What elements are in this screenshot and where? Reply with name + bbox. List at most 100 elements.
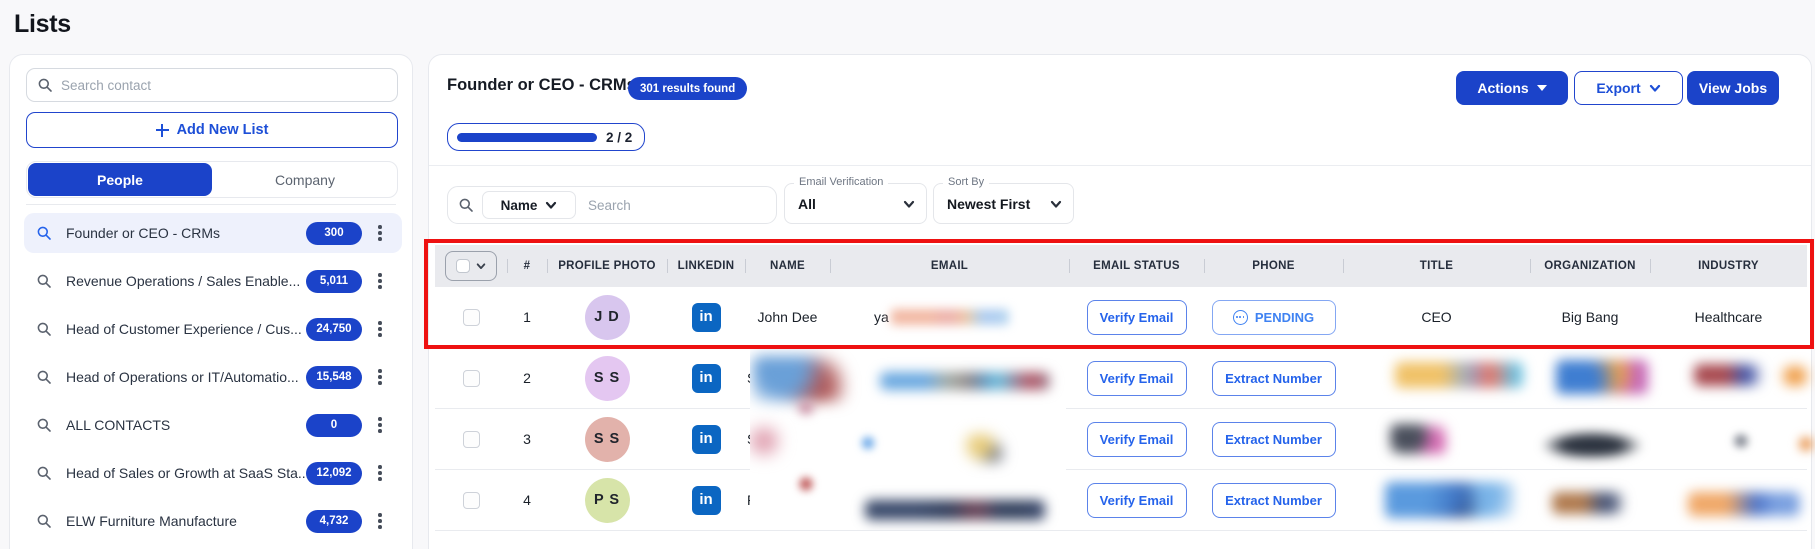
redacted-email [891,309,1009,325]
extract-number-label: Extract Number [1225,493,1322,508]
redacted-blob [798,476,814,492]
kebab-menu-icon[interactable] [374,464,386,482]
list-count-badge: 4,732 [306,510,362,533]
list-title: Founder or CEO - CRMs [447,76,636,95]
email-verification-dropdown[interactable]: Email Verification All [784,183,927,224]
entity-tabs: People Company [26,161,398,198]
row-checkbox[interactable] [463,370,480,387]
search-by-dropdown[interactable]: Name [482,191,576,219]
list-name: ELW Furniture Manufacture [66,513,237,529]
export-button[interactable]: Export [1574,71,1683,105]
contact-organization: Big Bang [1530,287,1650,347]
linkedin-icon[interactable]: in [692,303,721,332]
contact-search-field[interactable] [26,68,398,102]
actions-button[interactable]: Actions [1456,71,1568,105]
sidebar-item-head-of-sales[interactable]: Head of Sales or Growth at SaaS Sta... 1… [24,453,402,493]
verify-email-label: Verify Email [1100,432,1174,447]
export-label: Export [1596,80,1640,96]
contacts-table: # PROFILE PHOTO LINKEDIN NAME EMAIL EMAI… [435,245,1807,531]
email-verification-value: All [798,184,816,223]
redaction-overlay [750,348,1066,530]
divider [429,165,1811,166]
contact-search-input[interactable] [61,78,387,93]
sidebar-item-founder-or-ceo-crms[interactable]: Founder or CEO - CRMs 300 [24,213,402,253]
redacted-blob [865,500,1045,520]
sidebar-item-revenue-operations[interactable]: Revenue Operations / Sales Enable... 5,0… [24,261,402,301]
chevron-down-icon [903,198,915,210]
select-all-control[interactable] [445,251,497,281]
kebab-menu-icon[interactable] [374,320,386,338]
add-new-list-button[interactable]: Add New List [26,112,398,148]
extract-number-button[interactable]: Extract Number [1212,361,1336,396]
sidebar-item-head-of-operations[interactable]: Head of Operations or IT/Automatio... 15… [24,357,402,397]
phone-pending-button[interactable]: PENDING [1212,300,1336,335]
sidebar-item-elw-furniture[interactable]: ELW Furniture Manufacture 4,732 [24,501,402,541]
extract-number-button[interactable]: Extract Number [1212,483,1336,518]
kebab-menu-icon[interactable] [374,272,386,290]
email-prefix: ya [874,309,889,325]
redacted-blob [752,356,847,402]
select-all-checkbox[interactable] [456,259,470,273]
search-icon [36,417,52,433]
progress-fill [457,133,597,142]
redacted-blob [860,436,876,450]
redacted-blob [795,402,817,414]
actions-label: Actions [1477,80,1528,96]
list-name: Head of Customer Experience / Cus... [66,321,302,337]
kebab-menu-icon[interactable] [374,416,386,434]
verify-email-button[interactable]: Verify Email [1087,483,1187,518]
verify-email-label: Verify Email [1100,371,1174,386]
col-header-organization: ORGANIZATION [1530,245,1650,287]
view-jobs-button[interactable]: View Jobs [1687,71,1779,105]
verify-email-button[interactable]: Verify Email [1087,361,1187,396]
extract-number-label: Extract Number [1225,432,1322,447]
row-number: 3 [507,409,547,469]
list-count-badge: 300 [306,222,362,245]
list-name: Founder or CEO - CRMs [66,225,220,241]
add-new-list-label: Add New List [177,122,269,138]
list-count-badge: 12,092 [306,462,362,485]
search-icon [36,273,52,289]
table-search-input[interactable] [588,198,766,213]
list-count-badge: 24,750 [306,318,362,341]
redacted-blob [880,372,1050,390]
row-checkbox[interactable] [463,492,480,509]
col-header-title: TITLE [1343,245,1530,287]
contact-name: John Dee [745,287,830,347]
page-title: Lists [14,10,71,39]
extract-number-button[interactable]: Extract Number [1212,422,1336,457]
search-icon [36,513,52,529]
search-icon [36,369,52,385]
list-name: Head of Operations or IT/Automatio... [66,369,299,385]
linkedin-icon[interactable]: in [692,364,721,393]
tab-company[interactable]: Company [213,162,397,197]
avatar: J D [585,295,630,340]
view-jobs-label: View Jobs [1699,80,1767,96]
tab-people[interactable]: People [28,163,212,196]
verify-email-button[interactable]: Verify Email [1087,300,1187,335]
list-name: ALL CONTACTS [66,417,170,433]
search-icon [36,321,52,337]
sidebar-item-all-contacts[interactable]: ALL CONTACTS 0 [24,405,402,445]
redacted-blob [750,426,784,456]
avatar: S S [585,356,630,401]
table-row: 2 S S in S Verify Email Extract Number [435,348,1807,409]
kebab-menu-icon[interactable] [374,512,386,530]
divider [26,204,396,205]
row-checkbox[interactable] [463,431,480,448]
list-count-badge: 5,011 [306,270,362,293]
avatar: S S [585,417,630,462]
table-row: 1 J D in John Dee ya Verify Email PENDIN… [435,287,1807,348]
sort-by-dropdown[interactable]: Sort By Newest First [933,183,1074,224]
col-header-name: NAME [745,245,830,287]
sidebar-item-head-of-customer-experience[interactable]: Head of Customer Experience / Cus... 24,… [24,309,402,349]
linkedin-icon[interactable]: in [692,486,721,515]
linkedin-icon[interactable]: in [692,425,721,454]
kebab-menu-icon[interactable] [374,224,386,242]
verify-email-button[interactable]: Verify Email [1087,422,1187,457]
kebab-menu-icon[interactable] [374,368,386,386]
col-header-phone: PHONE [1204,245,1343,287]
list-name: Head of Sales or Growth at SaaS Sta... [66,465,310,481]
row-checkbox[interactable] [463,309,480,326]
contact-industry: Healthcare [1650,287,1807,347]
